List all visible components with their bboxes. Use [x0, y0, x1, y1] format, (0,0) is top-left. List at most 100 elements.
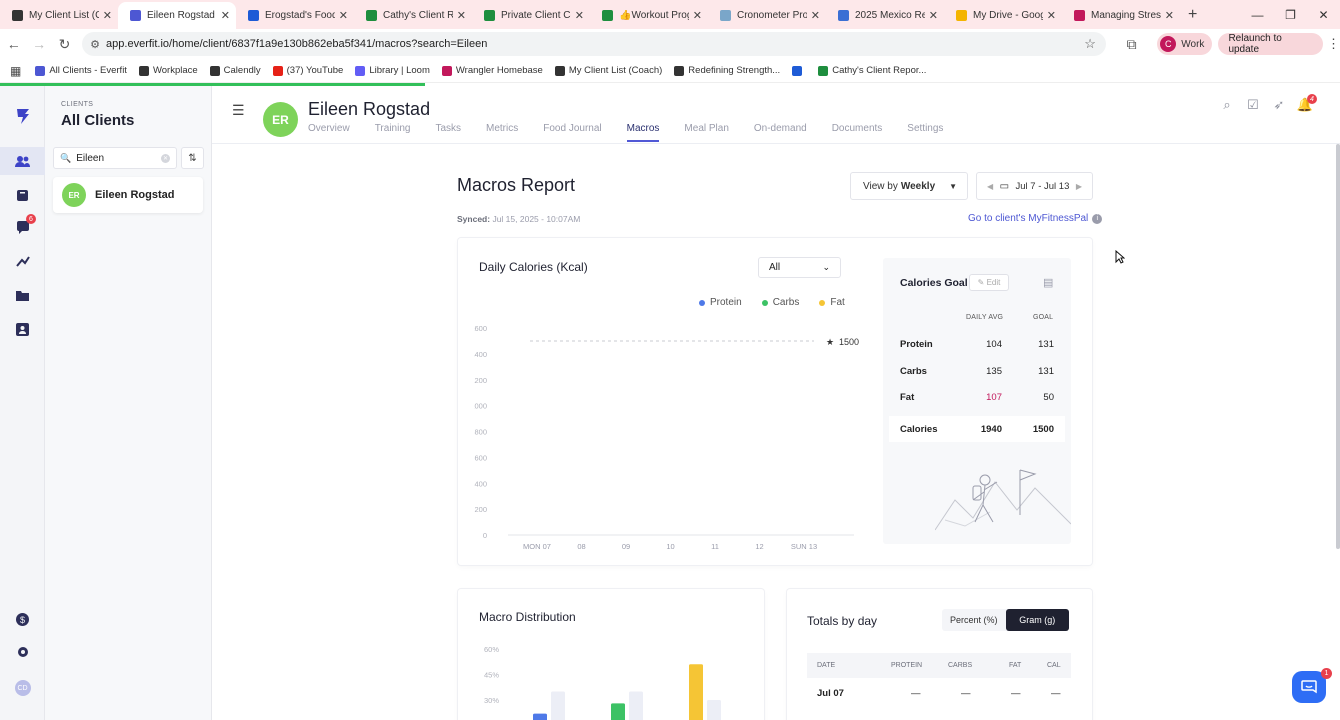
tab-metrics[interactable]: Metrics: [486, 123, 518, 142]
goal-row-goal: 131: [1038, 365, 1054, 377]
account-avatar[interactable]: CD: [0, 674, 45, 702]
browser-tab[interactable]: Cathy's Client Rep ✕: [354, 2, 472, 29]
close-tab-icon[interactable]: ✕: [1165, 9, 1174, 22]
client-list-item[interactable]: ER Eileen Rogstad: [53, 177, 203, 213]
automation-icon[interactable]: [0, 247, 45, 275]
bookmark-label: All Clients - Everfit: [49, 65, 127, 76]
menu-toggle-icon[interactable]: ☰: [232, 102, 245, 119]
browser-tab[interactable]: Managing Stress ✕: [1062, 2, 1180, 29]
tab-documents[interactable]: Documents: [832, 123, 883, 142]
close-tab-icon[interactable]: ✕: [457, 9, 466, 22]
minimize-icon[interactable]: —: [1241, 8, 1274, 22]
bookmark-item[interactable]: All Clients - Everfit: [35, 65, 127, 76]
goal-row-goal: 50: [1043, 392, 1054, 403]
folder-icon[interactable]: [0, 281, 45, 309]
gram-toggle-button[interactable]: Gram (g): [1005, 609, 1069, 631]
tab-tasks[interactable]: Tasks: [435, 123, 461, 142]
close-tab-icon[interactable]: ✕: [575, 9, 584, 22]
everfit-logo-icon[interactable]: [0, 102, 45, 130]
close-tab-icon[interactable]: ✕: [221, 9, 230, 22]
close-tab-icon[interactable]: ✕: [811, 9, 820, 22]
bookmark-item[interactable]: Calendly: [209, 65, 261, 76]
sort-icon[interactable]: ⇅: [181, 147, 204, 169]
apps-grid-icon[interactable]: ▦: [10, 64, 21, 78]
settings-gear-icon[interactable]: [0, 638, 45, 666]
client-tabs: Overview Training Tasks Metrics Food Journal…: [308, 123, 968, 142]
browser-tab[interactable]: My Drive - Google ✕: [944, 2, 1062, 29]
bookmark-item[interactable]: Redefining Strength...: [674, 65, 780, 76]
library-icon[interactable]: [0, 181, 45, 209]
synced-label: Synced:: [457, 214, 491, 224]
browser-menu-icon[interactable]: ⋮: [1327, 36, 1340, 52]
clients-icon[interactable]: [0, 147, 45, 175]
tab-training[interactable]: Training: [375, 123, 411, 142]
browser-tab[interactable]: Cronometer Profe ✕: [708, 2, 826, 29]
document-icon[interactable]: ▤: [1043, 276, 1053, 289]
browser-tab[interactable]: Eileen Rogstad - M ✕: [118, 2, 236, 29]
url-field[interactable]: ⚙ app.everfit.io/home/client/6837f1a9e13…: [82, 32, 1106, 56]
close-tab-icon[interactable]: ✕: [693, 9, 702, 22]
bookmarks-bar: ▦ All Clients - Everfit Workplace Calendly…: [0, 59, 1340, 83]
browser-tab[interactable]: Private Client Coa ✕: [472, 2, 590, 29]
macro-actual-bar: [611, 703, 625, 720]
tab-macros[interactable]: Macros: [626, 123, 660, 142]
client-search-input[interactable]: 🔍 Eileen ✕: [53, 147, 177, 169]
view-by-dropdown[interactable]: View by Weekly ▼: [850, 172, 968, 200]
profile-chip[interactable]: C Work: [1157, 33, 1213, 55]
macro-filter-dropdown[interactable]: All ⌄: [758, 257, 841, 278]
tab-overview[interactable]: Overview: [308, 123, 350, 142]
team-icon[interactable]: [0, 315, 45, 343]
back-icon[interactable]: ←: [2, 36, 25, 52]
app-nav-rail: 6 $ CD: [0, 86, 45, 720]
close-tab-icon[interactable]: ✕: [339, 9, 348, 22]
browser-tab[interactable]: 2025 Mexico Retr ✕: [826, 2, 944, 29]
task-check-icon[interactable]: ☑: [1240, 97, 1266, 113]
forward-icon[interactable]: →: [27, 36, 50, 52]
info-icon[interactable]: i: [1092, 213, 1103, 224]
bookmark-item[interactable]: Workplace: [138, 65, 198, 76]
billing-icon[interactable]: $: [0, 605, 45, 633]
browser-tab[interactable]: 👍Workout Progr ✕: [590, 2, 708, 29]
relaunch-button[interactable]: Relaunch to update: [1218, 33, 1323, 55]
site-info-icon[interactable]: ⚙: [90, 38, 100, 51]
table-row: Jul 07 — — — —: [807, 682, 1071, 707]
clear-search-icon[interactable]: ✕: [161, 153, 170, 163]
browser-tab[interactable]: Erogstad's Food D ✕: [236, 2, 354, 29]
percent-toggle-button[interactable]: Percent (%): [942, 609, 1006, 631]
x-tick-label: 11: [711, 542, 719, 550]
bookmark-item[interactable]: Library | Loom: [355, 65, 430, 76]
bookmark-item[interactable]: (37) YouTube: [272, 65, 343, 76]
bookmark-item[interactable]: [792, 65, 806, 76]
tab-food-journal[interactable]: Food Journal: [543, 123, 601, 142]
macro-actual-bar: [533, 713, 547, 720]
next-week-icon[interactable]: ▶: [1076, 182, 1082, 191]
cast-icon[interactable]: ⧉: [1120, 36, 1143, 53]
bookmark-star-icon[interactable]: ☆: [1084, 36, 1096, 52]
myfitnesspal-link[interactable]: Go to client's MyFitnessPal i: [968, 213, 1103, 224]
edit-goal-button[interactable]: ✎ Edit: [969, 274, 1009, 291]
tab-settings[interactable]: Settings: [907, 123, 943, 142]
bookmark-item[interactable]: My Client List (Coach): [554, 65, 662, 76]
bookmark-item[interactable]: Cathy's Client Repor...: [818, 65, 926, 76]
close-tab-icon[interactable]: ✕: [929, 9, 938, 22]
close-tab-icon[interactable]: ✕: [1047, 9, 1056, 22]
page-scrollbar[interactable]: [1336, 144, 1340, 549]
tab-on-demand[interactable]: On-demand: [754, 123, 807, 142]
row-fat: —: [1011, 688, 1021, 699]
bookmark-item[interactable]: Wrangler Homebase: [441, 65, 543, 76]
reload-icon[interactable]: ↻: [53, 36, 76, 53]
prev-week-icon[interactable]: ◀: [987, 182, 993, 191]
messages-icon[interactable]: 6: [0, 213, 45, 241]
date-range-picker[interactable]: ◀ ▭ Jul 7 - Jul 13 ▶: [976, 172, 1093, 200]
search-icon[interactable]: ⌕: [1214, 97, 1240, 113]
new-tab-icon[interactable]: +: [1188, 6, 1197, 24]
browser-tab[interactable]: My Client List (Co ✕: [0, 2, 118, 29]
row-date: Jul 07: [817, 688, 844, 699]
restore-icon[interactable]: ❐: [1274, 8, 1307, 22]
notification-bell-icon[interactable]: 🔔 4: [1292, 94, 1318, 113]
tab-meal-plan[interactable]: Meal Plan: [684, 123, 728, 142]
calendar-icon: ▭: [999, 180, 1010, 192]
close-window-icon[interactable]: ✕: [1307, 8, 1340, 22]
rocket-icon[interactable]: ➶: [1266, 97, 1292, 113]
close-tab-icon[interactable]: ✕: [103, 9, 112, 22]
